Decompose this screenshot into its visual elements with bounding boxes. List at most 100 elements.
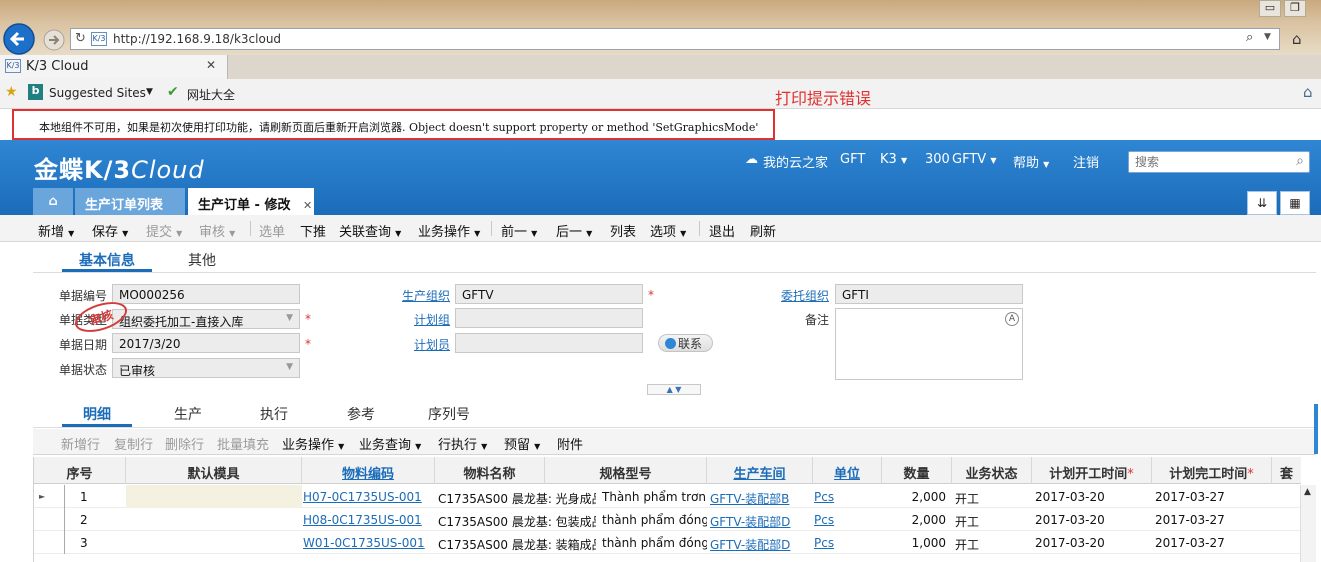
search-icon[interactable]: ⌕ xyxy=(1296,153,1304,169)
col-plan-start[interactable]: 计划开工时间* xyxy=(1032,457,1152,484)
refresh-button[interactable]: 刷新 xyxy=(750,221,776,240)
restore-icon[interactable]: ❐ xyxy=(1284,0,1306,17)
refresh-icon[interactable]: ↻ xyxy=(75,31,86,46)
tab-home[interactable]: ⌂ xyxy=(33,188,73,215)
add-row-button[interactable]: 新增行 xyxy=(61,434,100,453)
logout-link[interactable]: 注销 xyxy=(1073,152,1099,171)
col-material-code[interactable]: 物料编码 xyxy=(302,457,435,484)
forward-icon[interactable] xyxy=(42,28,66,52)
page-scrollbar[interactable] xyxy=(1314,404,1318,454)
production-org-label[interactable]: 生产组织 xyxy=(402,287,450,304)
grid-scrollbar[interactable]: ▲ xyxy=(1300,485,1316,562)
collapse-toggle[interactable]: ▲ ▼ xyxy=(647,384,701,395)
col-default-mold[interactable]: 默认模具 xyxy=(126,457,302,484)
favorite-web-directory[interactable]: 网址大全 xyxy=(187,86,235,103)
select-bill-button[interactable]: 选单 xyxy=(259,221,285,240)
plan-group-field[interactable] xyxy=(455,308,643,328)
contact-button[interactable]: 联系 xyxy=(658,334,713,352)
home-icon[interactable]: ⌂ xyxy=(1303,83,1313,101)
favorites-star-icon[interactable]: ★ xyxy=(5,84,18,100)
attachment-button[interactable]: 附件 xyxy=(557,434,583,453)
app-search[interactable]: ⌕ xyxy=(1128,151,1310,173)
bill-no-field[interactable]: MO000256 xyxy=(112,284,300,304)
col-unit[interactable]: 单位 xyxy=(813,457,882,484)
cell-unit[interactable]: Pcs xyxy=(814,531,880,554)
expand-icon[interactable]: A xyxy=(1005,312,1019,326)
col-seq[interactable]: 序号 xyxy=(34,457,126,484)
table-row[interactable]: 3 W01-0C1735US-001 C1735AS00 晨龙基: 装箱成品 thàn… xyxy=(34,531,1301,554)
audit-button[interactable]: 审核 ▼ xyxy=(199,221,235,240)
options-button[interactable]: 选项 ▼ xyxy=(650,221,686,240)
cell-workshop[interactable]: GFTV-装配部B xyxy=(710,485,813,508)
reserve-button[interactable]: 预留 ▼ xyxy=(504,434,540,453)
close-icon[interactable]: ✕ xyxy=(303,199,312,212)
entrust-org-label[interactable]: 委托组织 xyxy=(781,287,829,304)
table-row[interactable]: 2 H08-0C1735US-001 C1735AS00 晨龙基: 包装成品 thàn… xyxy=(34,508,1301,531)
planner-field[interactable] xyxy=(455,333,643,353)
cell-unit[interactable]: Pcs xyxy=(814,508,880,531)
cell-unit[interactable]: Pcs xyxy=(814,485,880,508)
next-button[interactable]: 后一 ▼ xyxy=(556,221,592,240)
grid-business-operation-button[interactable]: 业务操作 ▼ xyxy=(282,434,344,453)
favorite-suggested-sites[interactable]: Suggested Sites xyxy=(49,86,146,100)
address-bar[interactable]: ↻ K/3 http://192.168.9.18/k3cloud ⌕ ▼ xyxy=(70,28,1280,50)
home-icon[interactable]: ⌂ xyxy=(1292,30,1302,48)
business-operation-button[interactable]: 业务操作 ▼ xyxy=(418,221,480,240)
previous-button[interactable]: 前一 ▼ xyxy=(501,221,537,240)
help-menu[interactable]: 帮助 ▼ xyxy=(1013,152,1049,171)
new-button[interactable]: 新增 ▼ xyxy=(38,221,74,240)
browser-tab-active[interactable]: K/3 K/3 Cloud ✕ xyxy=(0,55,228,79)
search-input[interactable] xyxy=(1129,152,1279,172)
grid-menu-icon[interactable]: ▦ xyxy=(1280,191,1310,215)
tab-execution[interactable]: 执行 xyxy=(260,404,288,424)
col-set[interactable]: 套 xyxy=(1272,457,1301,484)
url-text[interactable]: http://192.168.9.18/k3cloud xyxy=(113,32,281,46)
tab-detail[interactable]: 明细 xyxy=(62,404,132,427)
scroll-up-icon[interactable]: ▲ xyxy=(1304,487,1311,497)
cell-material-code[interactable]: H08-0C1735US-001 xyxy=(303,508,435,531)
cell-material-code[interactable]: H07-0C1735US-001 xyxy=(303,485,435,508)
tab-production[interactable]: 生产 xyxy=(174,404,202,424)
cell-workshop[interactable]: GFTV-装配部D xyxy=(710,508,813,531)
back-icon[interactable] xyxy=(2,22,36,56)
tab-production-order-edit[interactable]: 生产订单 - 修改 ✕ xyxy=(188,188,314,215)
col-material-name[interactable]: 物料名称 xyxy=(435,457,545,484)
col-spec[interactable]: 规格型号 xyxy=(545,457,707,484)
related-query-button[interactable]: 关联查询 ▼ xyxy=(339,221,401,240)
collapse-menu-icon[interactable]: ⇊ xyxy=(1247,191,1277,215)
list-button[interactable]: 列表 xyxy=(610,221,636,240)
entrust-org-field[interactable]: GFTI xyxy=(835,284,1023,304)
my-cloud-home-link[interactable]: 我的云之家 xyxy=(763,152,828,171)
note-field[interactable]: A xyxy=(835,308,1023,380)
minimize-icon[interactable]: ▭ xyxy=(1259,0,1281,17)
batch-fill-button[interactable]: 批量填充 xyxy=(217,434,269,453)
col-workshop[interactable]: 生产车间 xyxy=(707,457,813,484)
tab-serial-number[interactable]: 序列号 xyxy=(428,404,470,424)
planner-label[interactable]: 计划员 xyxy=(414,336,450,353)
submit-button[interactable]: 提交 ▼ xyxy=(146,221,182,240)
chevron-down-icon[interactable]: ▼ xyxy=(146,87,153,97)
user-org-link[interactable]: GFT xyxy=(840,152,865,167)
tab-other[interactable]: 其他 xyxy=(188,250,216,270)
tab-reference[interactable]: 参考 xyxy=(347,404,375,424)
database-selector[interactable]: K3 ▼ xyxy=(880,152,907,167)
col-business-status[interactable]: 业务状态 xyxy=(952,457,1032,484)
row-execute-button[interactable]: 行执行 ▼ xyxy=(438,434,487,453)
close-icon[interactable]: ✕ xyxy=(206,58,216,72)
search-icon[interactable]: ⌕ xyxy=(1246,30,1253,45)
col-quantity[interactable]: 数量 xyxy=(882,457,952,484)
bill-date-field[interactable]: 2017/3/20 xyxy=(112,333,300,353)
push-down-button[interactable]: 下推 xyxy=(300,221,326,240)
exit-button[interactable]: 退出 xyxy=(709,221,735,240)
chevron-down-icon[interactable]: ▼ xyxy=(1264,32,1271,42)
production-org-field[interactable]: GFTV xyxy=(455,284,643,304)
delete-row-button[interactable]: 删除行 xyxy=(165,434,204,453)
table-row[interactable]: ► 1 H07-0C1735US-001 C1735AS00 晨龙基: 光身成品 Thà… xyxy=(34,485,1301,508)
plan-group-label[interactable]: 计划组 xyxy=(414,311,450,328)
cell-workshop[interactable]: GFTV-装配部D xyxy=(710,531,813,554)
copy-row-button[interactable]: 复制行 xyxy=(114,434,153,453)
tab-basic-info[interactable]: 基本信息 xyxy=(62,250,152,272)
save-button[interactable]: 保存 ▼ xyxy=(92,221,128,240)
bill-status-field[interactable]: 已审核 ▼ xyxy=(112,358,300,378)
grid-business-query-button[interactable]: 业务查询 ▼ xyxy=(359,434,421,453)
